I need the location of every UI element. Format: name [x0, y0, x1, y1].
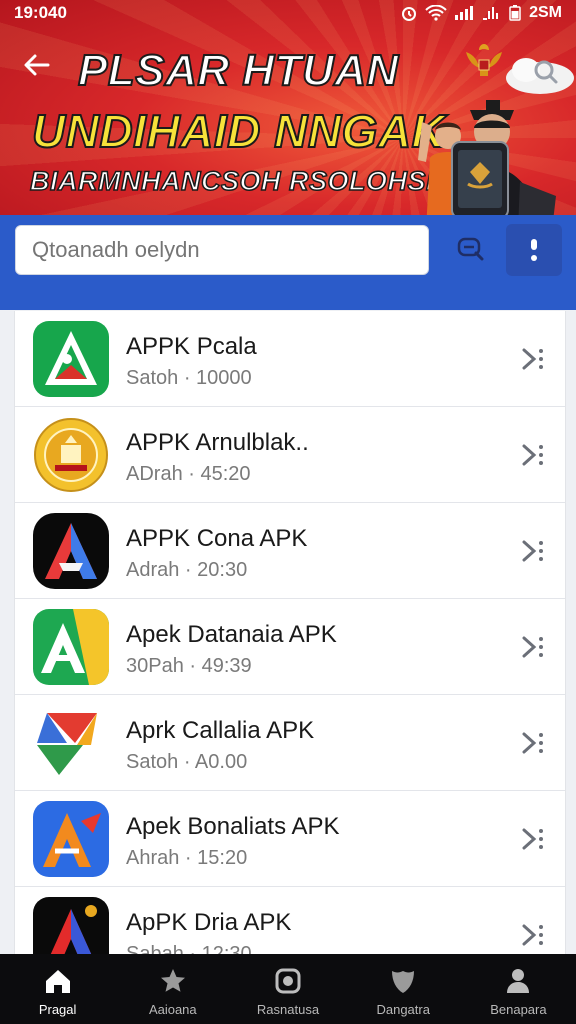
chevron-right-icon[interactable]: [521, 825, 545, 853]
list-item[interactable]: ApPK Dria APK Sabah · 12:30: [15, 887, 565, 956]
banner-title-line3: BIARMNHANCSOH RSOLOHSIS: [29, 165, 453, 197]
app-meta: Satoh · 10000: [126, 367, 252, 389]
app-meta: Adrah · 20:30: [126, 559, 248, 581]
app-icon-green-yellow-a: [33, 609, 109, 685]
banner-title-line1: PLSAR HTUAN: [77, 45, 399, 96]
nav-item-shield[interactable]: Dangatra: [346, 954, 461, 1024]
data-signal-icon: [483, 7, 499, 20]
camera-icon: [275, 968, 301, 994]
app-icon-black-red-a: [33, 897, 109, 956]
app-name: APPK Arnulblak..: [126, 429, 309, 456]
app-icon-blue-orange-a: [33, 801, 109, 877]
nav-item-star[interactable]: Aaioana: [115, 954, 230, 1024]
list-item[interactable]: APPK Arnulblak.. ADrah · 45:20: [15, 407, 565, 503]
status-right-text: 2SM: [529, 4, 562, 21]
app-meta: ADrah · 45:20: [126, 463, 251, 485]
nav-label: Rasnatusa: [256, 1002, 320, 1017]
banner-people-illustration: [418, 100, 556, 230]
battery-icon: [509, 5, 521, 21]
nav-item-camera[interactable]: Rasnatusa: [230, 954, 345, 1024]
banner-title-line2: UNDIHAID NNGAK: [31, 104, 446, 158]
app-name: ApPK Dria APK: [126, 909, 292, 936]
list-item[interactable]: Apek Bonaliats APK Ahrah · 15:20: [15, 791, 565, 887]
chevron-right-icon[interactable]: [521, 345, 545, 373]
app-name: Apek Datanaia APK: [126, 621, 337, 648]
chevron-right-icon[interactable]: [521, 537, 545, 565]
status-bar: 19:040 2SM: [0, 0, 576, 26]
app-name: Apek Bonaliats APK: [126, 813, 340, 840]
chevron-right-icon[interactable]: [521, 921, 545, 949]
nav-label: Dangatra: [376, 1002, 430, 1017]
person-icon: [507, 969, 530, 993]
app-icon-colorful-arrow: [33, 705, 109, 781]
app-meta: 30Pah · 49:39: [126, 655, 252, 677]
app-name: APPK Cona APK: [126, 525, 308, 552]
nav-label: Pragal: [38, 1002, 77, 1017]
header-banner: PLSAR HTUAN UNDIHAID NNGAK BIARMNHANCSOH…: [0, 0, 576, 230]
shield-icon: [392, 971, 415, 993]
nav-item-home[interactable]: Pragal: [0, 954, 115, 1024]
bottom-navigation: Pragal Aaioana Rasnatusa Dangatra Benapa…: [0, 954, 576, 1024]
nav-label: Benapara: [490, 1002, 547, 1017]
app-icon-black-gradient-a: [33, 513, 109, 589]
search-icon: [457, 237, 484, 261]
kebab-menu-icon: [531, 239, 537, 261]
list-item[interactable]: APPK Cona APK Adrah · 20:30: [15, 503, 565, 599]
nav-item-profile[interactable]: Benapara: [461, 954, 576, 1024]
app-icon-gold-seal: [33, 417, 109, 493]
wifi-icon: [425, 5, 447, 21]
home-icon: [45, 970, 70, 993]
back-arrow-icon[interactable]: [22, 50, 52, 85]
star-icon: [160, 969, 185, 992]
chevron-right-icon[interactable]: [521, 633, 545, 661]
chevron-right-icon[interactable]: [521, 729, 545, 757]
app-meta: Satoh · A0.00: [126, 751, 248, 773]
search-button[interactable]: [444, 226, 498, 274]
status-time: 19:040: [14, 3, 67, 22]
chevron-right-icon[interactable]: [521, 441, 545, 469]
app-list: APPK Pcala Satoh · 10000 APPK Arnulblak.…: [14, 311, 566, 956]
nav-label: Aaioana: [148, 1002, 197, 1017]
list-item[interactable]: Apek Datanaia APK 30Pah · 49:39: [15, 599, 565, 695]
app-name: Aprk Callalia APK: [126, 717, 315, 744]
more-options-button[interactable]: [506, 224, 562, 276]
app-icon-green-triangle: [33, 321, 109, 397]
status-icons: 2SM: [401, 4, 562, 22]
list-item[interactable]: Aprk Callalia APK Satoh · A0.00: [15, 695, 565, 791]
signal-icon: [455, 6, 474, 20]
search-input[interactable]: [15, 225, 429, 275]
app-meta: Ahrah · 15:20: [126, 847, 248, 869]
app-name: APPK Pcala: [126, 333, 257, 360]
list-item[interactable]: APPK Pcala Satoh · 10000: [15, 311, 565, 407]
alarm-icon: [402, 7, 417, 21]
